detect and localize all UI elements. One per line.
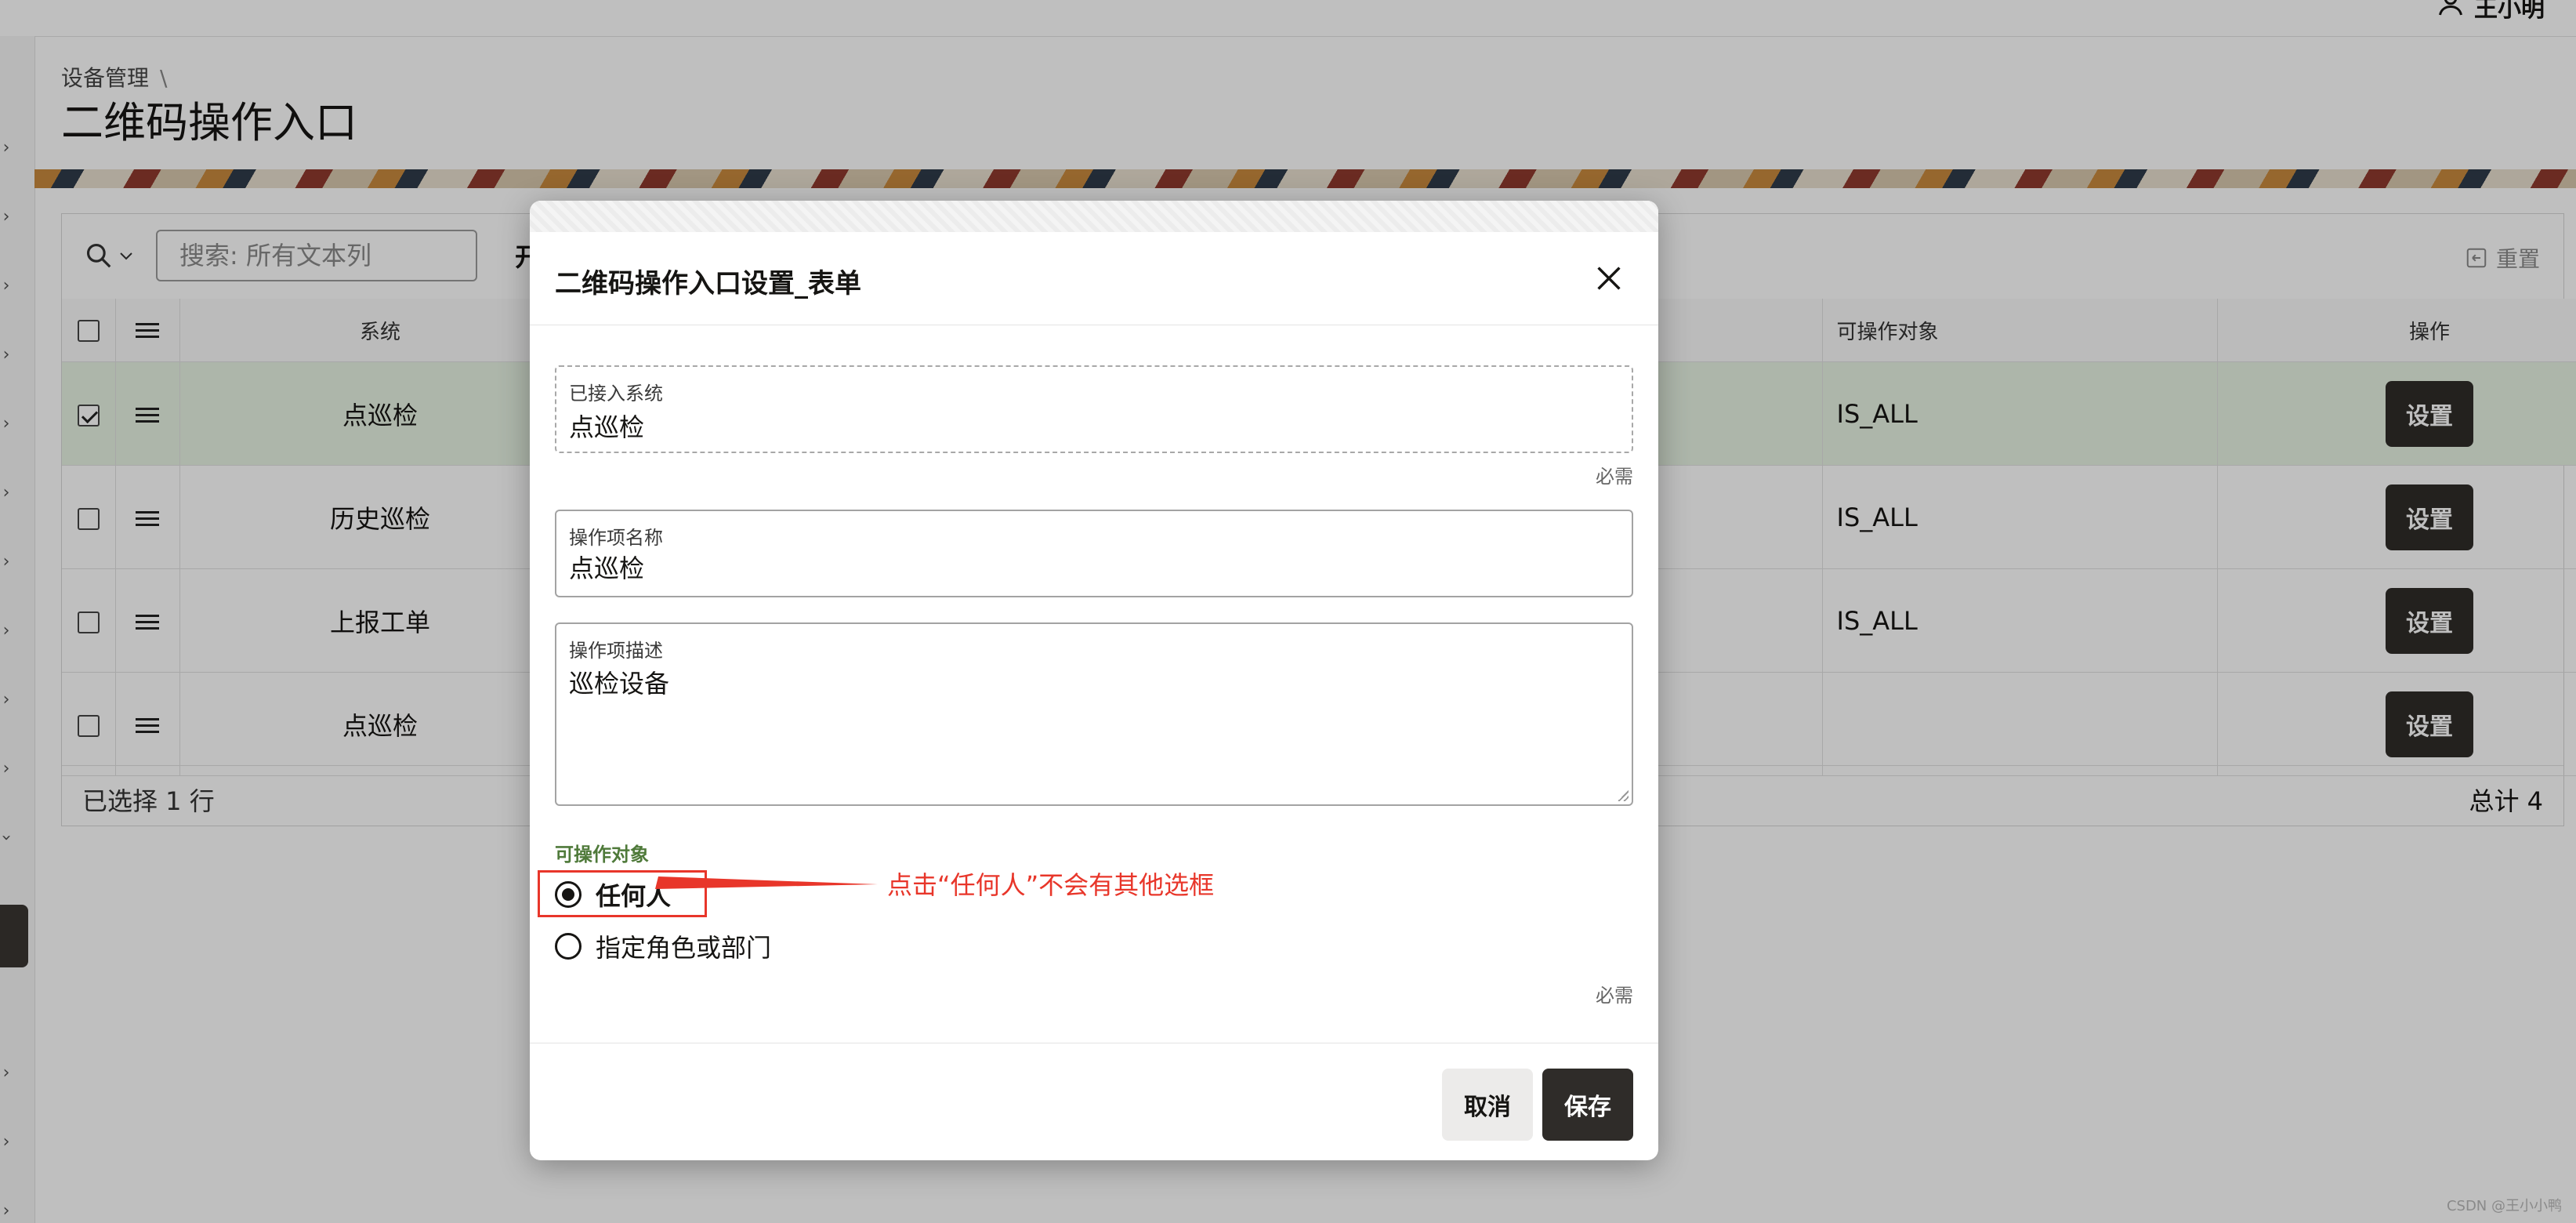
annotation-highlight-box <box>538 870 707 917</box>
operation-description-field[interactable]: 操作项描述 巡检设备 <box>555 622 1633 806</box>
annotation-text: 点击“任何人”不会有其他选框 <box>887 870 1215 900</box>
target-group-label: 可操作对象 <box>555 844 649 866</box>
operation-name-input[interactable] <box>569 552 1611 582</box>
radio-option-role-or-dept[interactable]: 指定角色或部门 <box>555 928 771 964</box>
required-hint: 必需 <box>1596 985 1633 1007</box>
connected-system-label: 已接入系统 <box>569 383 663 405</box>
close-icon <box>1597 267 1621 290</box>
dialog-title: 二维码操作入口设置_表单 <box>555 268 861 299</box>
save-button[interactable]: 保存 <box>1542 1069 1633 1141</box>
operation-name-field[interactable]: 操作项名称 <box>555 510 1633 597</box>
watermark: CSDN @王小小鸭 <box>2446 1198 2562 1214</box>
operation-name-label: 操作项名称 <box>569 527 663 549</box>
close-button[interactable] <box>1591 260 1627 296</box>
dialog-header: 二维码操作入口设置_表单 <box>530 232 1658 325</box>
radio-button-role-or-dept[interactable] <box>555 933 582 960</box>
operation-description-input[interactable]: 巡检设备 <box>569 666 1611 784</box>
cancel-button[interactable]: 取消 <box>1442 1069 1533 1141</box>
radio-label-role-or-dept: 指定角色或部门 <box>596 933 772 963</box>
required-hint: 必需 <box>1596 466 1633 488</box>
connected-system-field: 已接入系统 点巡检 <box>555 365 1633 453</box>
dialog-footer: 取消 保存 <box>530 1043 1658 1160</box>
dialog-decorative-strip <box>530 201 1658 232</box>
resize-handle[interactable] <box>1618 790 1629 801</box>
operation-description-label: 操作项描述 <box>569 640 663 662</box>
connected-system-value: 点巡检 <box>569 412 645 442</box>
settings-dialog: 二维码操作入口设置_表单 已接入系统 点巡检 必需 操作项名称 操作项描述 巡检… <box>530 201 1658 1160</box>
